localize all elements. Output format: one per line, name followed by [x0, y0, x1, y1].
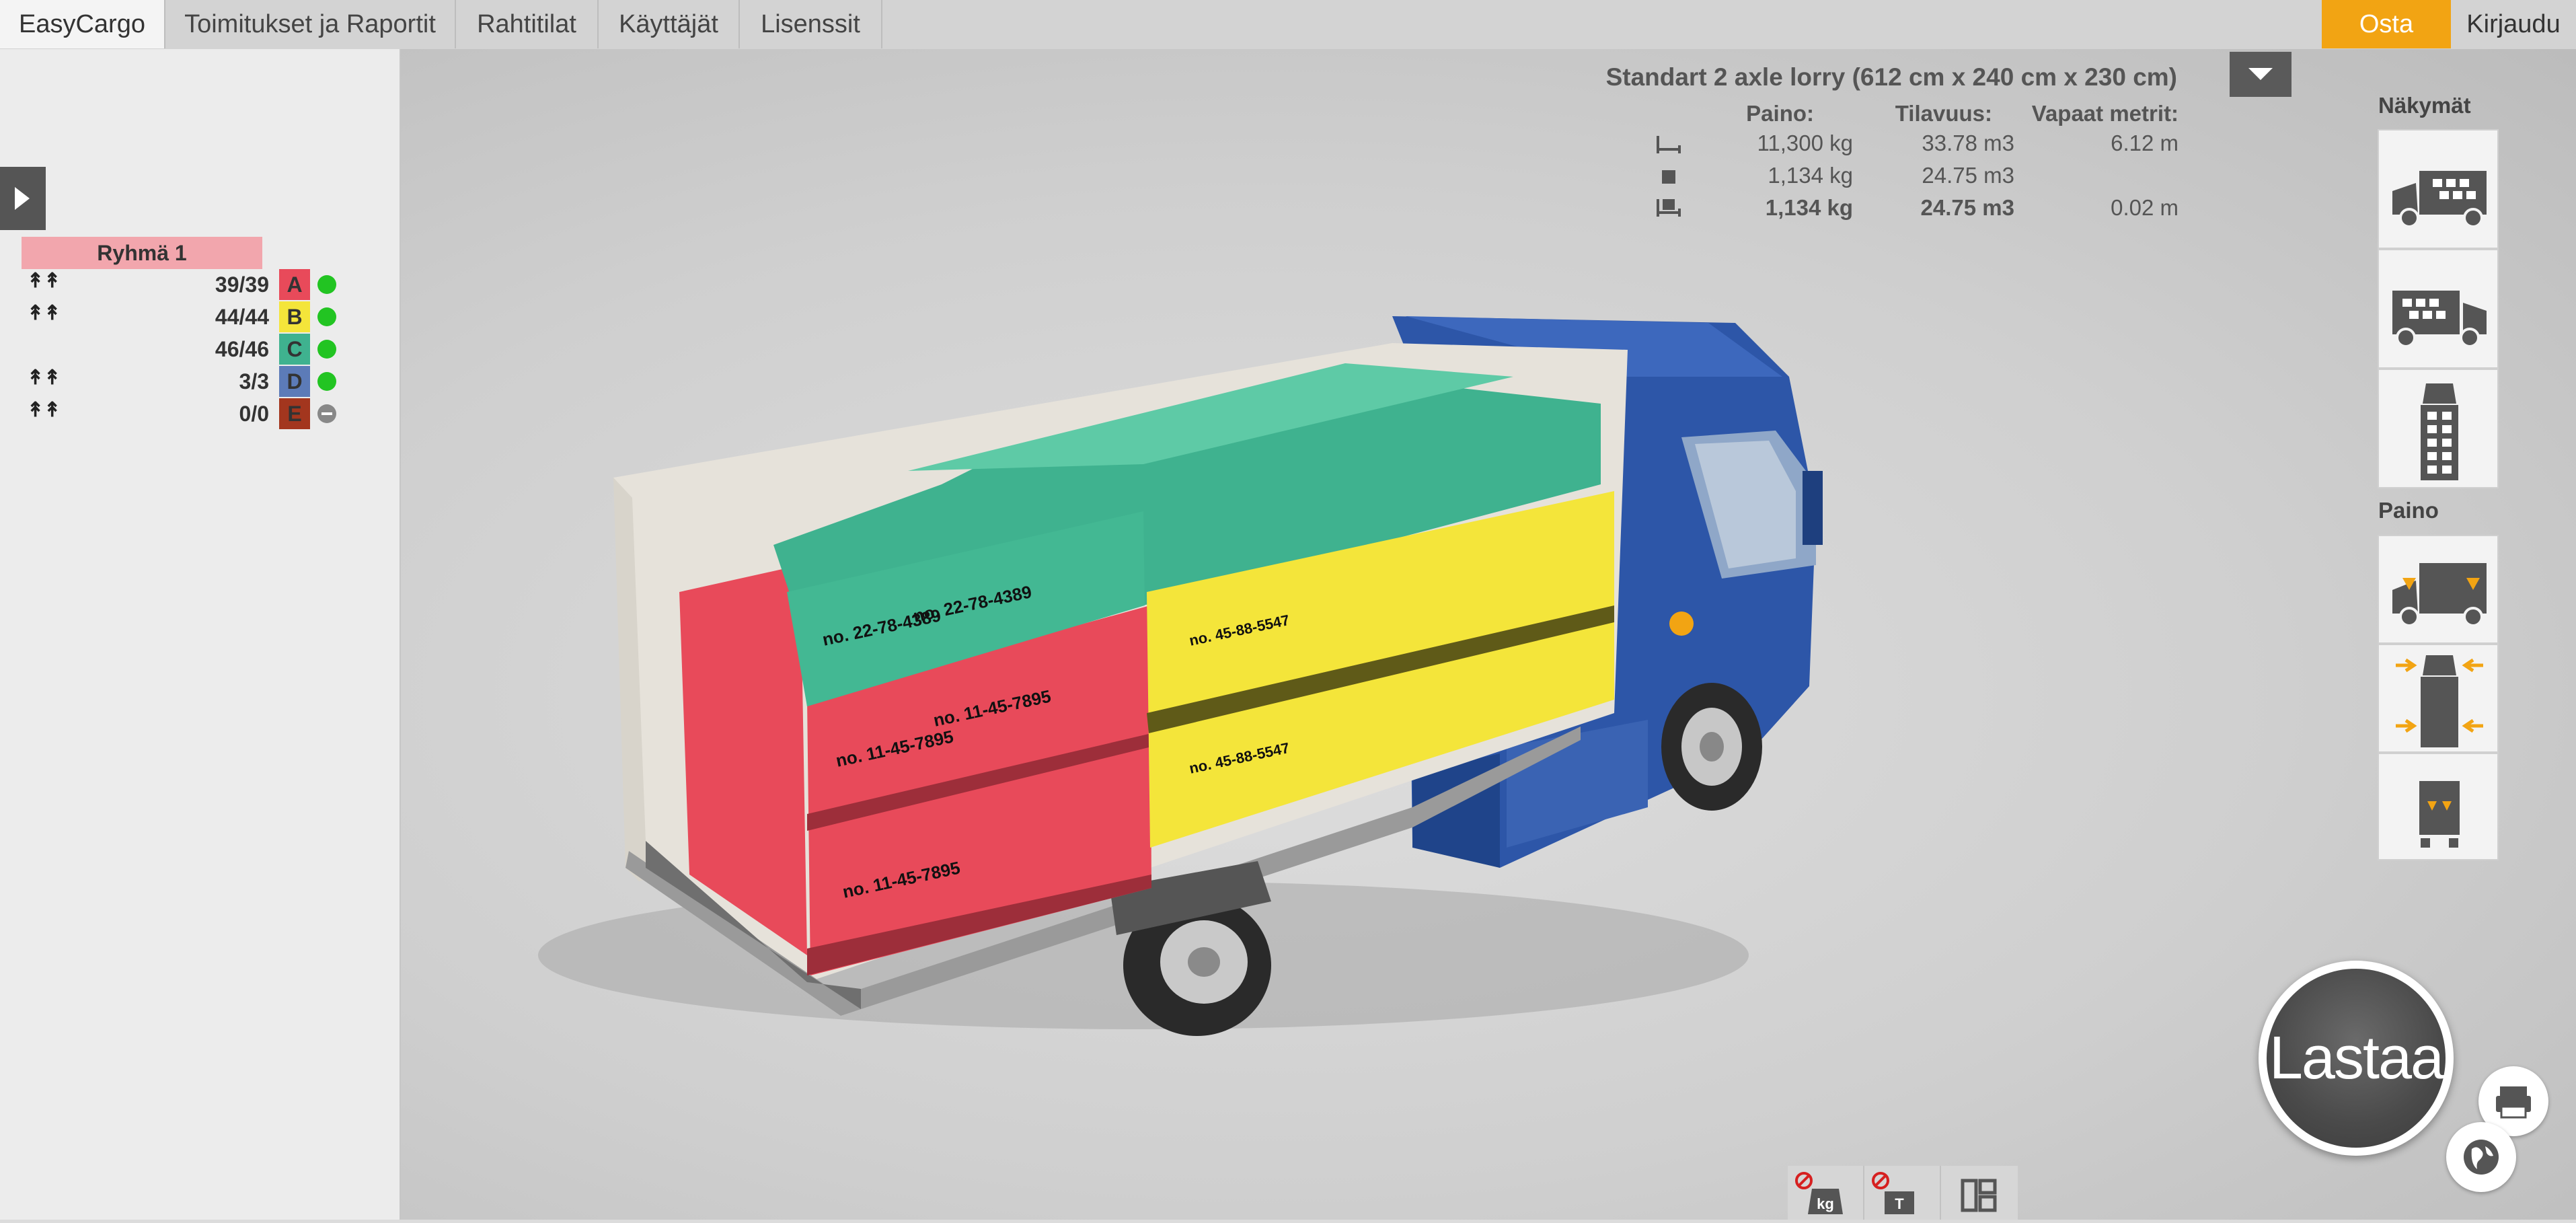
tab-users[interactable]: Käyttäjät: [599, 0, 740, 48]
volume-header: Tilavuus:: [1895, 101, 1992, 126]
status-none-icon: [317, 404, 336, 423]
cargo-count: 46/46: [215, 337, 269, 361]
text-label-toggle-button[interactable]: T: [1864, 1166, 1941, 1220]
loaded-free-meters: 0.02 m: [2111, 195, 2179, 220]
cargo-letter: E: [279, 398, 310, 429]
chevron-right-icon: [15, 187, 30, 210]
load-button[interactable]: Lastaa: [2259, 961, 2454, 1156]
loaded-truck-icon: [1657, 199, 1681, 217]
cargo-weight: 1,134 kg: [1768, 163, 1853, 188]
status-ok-icon: [317, 307, 336, 326]
svg-text:kg: kg: [1817, 1195, 1834, 1212]
view-top-button[interactable]: [2378, 369, 2499, 488]
cargo-count: 39/39: [215, 272, 269, 297]
status-ok-icon: [317, 275, 336, 294]
view-side-rear-button[interactable]: [2378, 249, 2499, 369]
buy-button[interactable]: Osta: [2322, 0, 2451, 48]
expand-panel-button[interactable]: [0, 167, 46, 230]
stackable-icon: ↟↟: [27, 399, 61, 421]
loaded-volume: 24.75 m3: [1920, 195, 2014, 220]
cargo-item-a[interactable]: ↟↟ 39/39 A: [22, 269, 344, 300]
capacity-free-meters: 6.12 m: [2111, 131, 2179, 155]
views-heading: Näkymät: [2378, 93, 2471, 118]
group-title[interactable]: Ryhmä 1: [22, 237, 262, 269]
cargo-count: 44/44: [215, 305, 269, 329]
globe-icon: [2464, 1140, 2499, 1175]
weight-header: Paino:: [1746, 101, 1814, 126]
vehicle-title: Standart 2 axle lorry (612 cm x 240 cm x…: [1605, 63, 2177, 91]
rear-load-icon: [2419, 781, 2460, 848]
cargo-list-panel: Ryhmä 1 ↟↟ 39/39 A ↟↟ 44/44 B 46/46 C ↟↟…: [0, 49, 401, 1220]
tab-deliveries-reports[interactable]: Toimitukset ja Raportit: [165, 0, 456, 48]
tab-licenses[interactable]: Lisenssit: [740, 0, 882, 48]
cargo-item-d[interactable]: ↟↟ 3/3 D: [22, 366, 344, 397]
rear-load-button[interactable]: [2378, 753, 2499, 860]
text-label-icon: T: [1872, 1172, 1914, 1214]
bottom-toolbar: kg T: [1788, 1166, 2018, 1220]
weight-section-heading: Paino: [2378, 498, 2439, 523]
svg-text:T: T: [1895, 1195, 1904, 1212]
tab-easycargo[interactable]: EasyCargo: [0, 0, 165, 48]
tab-cargo-spaces[interactable]: Rahtitilat: [456, 0, 599, 48]
truck-scene: no. 11-45-7895 no. 11-45-7895 no. 11-45-…: [538, 316, 1823, 1036]
cargo-count: 0/0: [239, 402, 269, 426]
cargo-volume: 24.75 m3: [1922, 163, 2014, 188]
view-side-button[interactable]: [2378, 129, 2499, 249]
loaded-weight: 1,134 kg: [1765, 195, 1853, 220]
side-view-rear-icon: [2392, 291, 2487, 348]
axle-load-button[interactable]: [2378, 535, 2499, 644]
weight-distribution-icon: [2396, 655, 2483, 747]
cargo-box-icon: [1662, 170, 1675, 184]
weight-distribution-button[interactable]: [2378, 644, 2499, 753]
language-button[interactable]: [2446, 1122, 2516, 1192]
vehicle-dropdown-button[interactable]: [2230, 52, 2291, 97]
cargo-item-c[interactable]: 46/46 C: [22, 334, 344, 365]
capacity-volume: 33.78 m3: [1922, 131, 2014, 155]
cargo-letter: A: [279, 269, 310, 300]
stackable-icon: ↟↟: [27, 302, 61, 324]
capacity-weight: 11,300 kg: [1757, 131, 1853, 155]
truck-capacity-icon: [1657, 136, 1681, 153]
cargo-item-b[interactable]: ↟↟ 44/44 B: [22, 301, 344, 332]
layout-icon: [1961, 1179, 1997, 1212]
layout-toggle-button[interactable]: [1941, 1166, 2016, 1220]
cargo-letter: B: [279, 301, 310, 332]
cargo-count: 3/3: [239, 369, 269, 394]
top-view-icon: [2421, 383, 2458, 480]
cargo-letter: D: [279, 366, 310, 397]
axle-load-icon: [2392, 563, 2487, 627]
stackable-icon: ↟↟: [27, 270, 61, 292]
login-button[interactable]: Kirjaudu: [2451, 0, 2576, 48]
side-view-icon: [2392, 171, 2487, 228]
free-meters-header: Vapaat metrit:: [2031, 101, 2179, 126]
cargo-letter: C: [279, 334, 310, 365]
load-button-label: Lastaa: [2267, 969, 2446, 1148]
status-ok-icon: [317, 372, 336, 391]
weight-kg-icon: kg: [1795, 1172, 1843, 1214]
3d-cargo-viewport[interactable]: no. 11-45-7895 no. 11-45-7895 no. 11-45-…: [401, 49, 2576, 1220]
status-ok-icon: [317, 340, 336, 359]
top-menu-bar: EasyCargo Toimitukset ja Raportit Rahtit…: [0, 0, 2576, 50]
cargo-item-e[interactable]: ↟↟ 0/0 E: [22, 398, 344, 429]
stackable-icon: ↟↟: [27, 367, 61, 389]
weight-label-toggle-button[interactable]: kg: [1788, 1166, 1864, 1220]
